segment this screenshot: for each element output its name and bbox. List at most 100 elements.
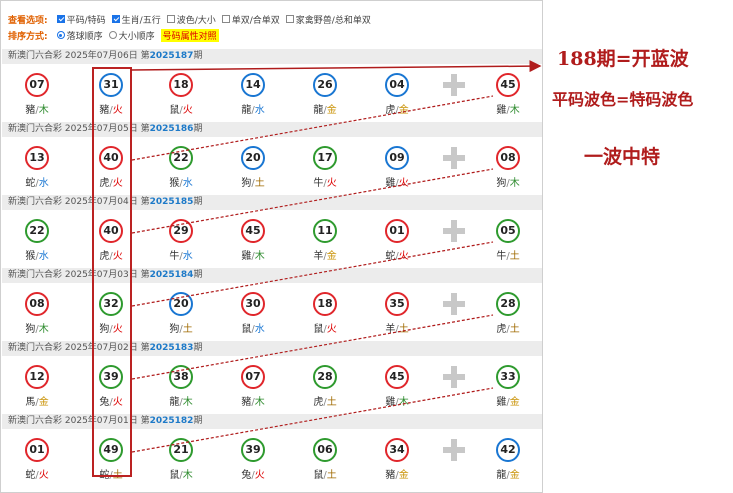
number-ball: 04 (385, 73, 409, 97)
element-label: 土 (326, 397, 337, 408)
zodiac-label: 狗 (169, 324, 180, 335)
element-label: 木 (509, 178, 520, 189)
number-ball: 13 (25, 146, 49, 170)
option-checkbox[interactable] (221, 15, 230, 23)
sort-radio[interactable] (108, 31, 117, 39)
special-ball: 05 (496, 219, 520, 243)
number-ball: 06 (313, 438, 337, 462)
zodiac-label: 兔 (241, 470, 252, 481)
period-header: 新澳门六合彩 2025年07月02日 第2025183期 (2, 341, 542, 356)
attribute-chart-link[interactable]: 号码属性对照 (160, 29, 219, 42)
zodiac-element: 羊/土 (377, 320, 417, 335)
number-ball: 45 (241, 219, 265, 243)
element-label: 土 (509, 324, 520, 335)
number-ball: 35 (385, 292, 409, 316)
number-ball: 30 (241, 292, 265, 316)
zodiac-label: 龍 (496, 470, 507, 481)
zodiac-element: 龍/金 (305, 101, 345, 116)
issue-number[interactable]: 2025187 (150, 51, 194, 61)
zodiac-label: 馬 (25, 397, 36, 408)
element-label: 火 (38, 470, 49, 481)
zodiac-element: 雞/木 (488, 101, 528, 116)
element-label: 金 (398, 105, 409, 116)
zodiac-label: 雞 (496, 105, 507, 116)
zodiac-element: 豬/木 (17, 101, 57, 116)
special-ball: 33 (496, 365, 520, 389)
zodiac-element: 牛/水 (161, 247, 201, 262)
zodiac-label: 猴 (169, 178, 180, 189)
number-ball: 14 (241, 73, 265, 97)
draw-date: 2025年07月06日 (64, 51, 138, 61)
option-label: 家禽野兽/总和单双 (295, 16, 371, 26)
issue-number[interactable]: 2025185 (150, 197, 194, 207)
element-label: 金 (326, 251, 337, 262)
zodiac-element: 雞/木 (377, 393, 417, 408)
zodiac-label: 猴 (25, 251, 36, 262)
zodiac-element: 龍/水 (233, 101, 273, 116)
zodiac-label: 牛 (169, 251, 180, 262)
view-options-row: 查看选项: 平码/特码 生肖/五行 波色/大小 单双/合单双 家禽野兽/总和单双 (8, 13, 371, 26)
option-checkbox[interactable] (111, 15, 120, 23)
zodiac-label: 牛 (313, 178, 324, 189)
element-label: 水 (38, 251, 49, 262)
annotation-wave-rule: 平码波色=特码波色 (552, 90, 694, 109)
zodiac-element: 蛇/火 (377, 247, 417, 262)
zodiac-label: 龍 (241, 105, 252, 116)
zodiac-element: 狗/土 (161, 320, 201, 335)
option-checkbox[interactable] (285, 15, 294, 23)
issue-number[interactable]: 2025186 (150, 124, 194, 134)
issue-number[interactable]: 2025183 (150, 343, 194, 353)
zodiac-label: 鼠 (241, 324, 252, 335)
lottery-name: 新澳门六合彩 (8, 343, 63, 353)
sort-radio[interactable] (56, 31, 65, 39)
element-label: 火 (398, 251, 409, 262)
element-label: 土 (509, 251, 520, 262)
number-ball: 17 (313, 146, 337, 170)
zodiac-label: 狗 (25, 324, 36, 335)
option-checkbox[interactable] (166, 15, 175, 23)
issue-number[interactable]: 2025182 (150, 416, 194, 426)
issue-prefix: 第 (140, 343, 150, 353)
zodiac-label: 狗 (496, 178, 507, 189)
element-label: 木 (254, 397, 265, 408)
period-header: 新澳门六合彩 2025年07月01日 第2025182期 (2, 414, 542, 429)
element-label: 火 (326, 324, 337, 335)
zodiac-label: 龍 (313, 105, 324, 116)
issue-number[interactable]: 2025184 (150, 270, 194, 280)
view-options-label: 查看选项: (8, 16, 48, 26)
option-checkbox[interactable] (56, 15, 65, 23)
zodiac-element: 雞/金 (488, 393, 528, 408)
period-header: 新澳门六合彩 2025年07月04日 第2025185期 (2, 195, 542, 210)
zodiac-label: 豬 (241, 397, 252, 408)
draw-history-panel: 查看选项: 平码/特码 生肖/五行 波色/大小 单双/合单双 家禽野兽/总和单双 排序方… (0, 0, 543, 493)
period-header: 新澳门六合彩 2025年07月06日 第2025187期 (2, 49, 542, 64)
zodiac-label: 鼠 (313, 470, 324, 481)
zodiac-element: 虎/金 (377, 101, 417, 116)
zodiac-element: 狗/木 (17, 320, 57, 335)
option-label: 波色/大小 (176, 16, 216, 26)
number-ball: 18 (313, 292, 337, 316)
element-label: 水 (254, 105, 265, 116)
zodiac-element: 羊/金 (305, 247, 345, 262)
element-label: 木 (398, 397, 409, 408)
issue-suffix: 期 (193, 270, 203, 280)
element-label: 水 (254, 324, 265, 335)
zodiac-element: 猴/水 (17, 247, 57, 262)
plus-icon (443, 439, 465, 461)
issue-prefix: 第 (140, 270, 150, 280)
element-label: 木 (38, 105, 49, 116)
plus-icon (443, 220, 465, 242)
issue-prefix: 第 (140, 416, 150, 426)
element-label: 土 (398, 324, 409, 335)
element-label: 土 (326, 470, 337, 481)
zodiac-element: 馬/金 (17, 393, 57, 408)
element-label: 木 (182, 470, 193, 481)
zodiac-label: 雞 (385, 178, 396, 189)
option-label: 单双/合单双 (231, 16, 280, 26)
number-ball: 34 (385, 438, 409, 462)
number-ball: 08 (25, 292, 49, 316)
zodiac-element: 猴/水 (161, 174, 201, 189)
zodiac-label: 雞 (496, 397, 507, 408)
period-header: 新澳门六合彩 2025年07月03日 第2025184期 (2, 268, 542, 283)
zodiac-element: 豬/金 (377, 466, 417, 481)
